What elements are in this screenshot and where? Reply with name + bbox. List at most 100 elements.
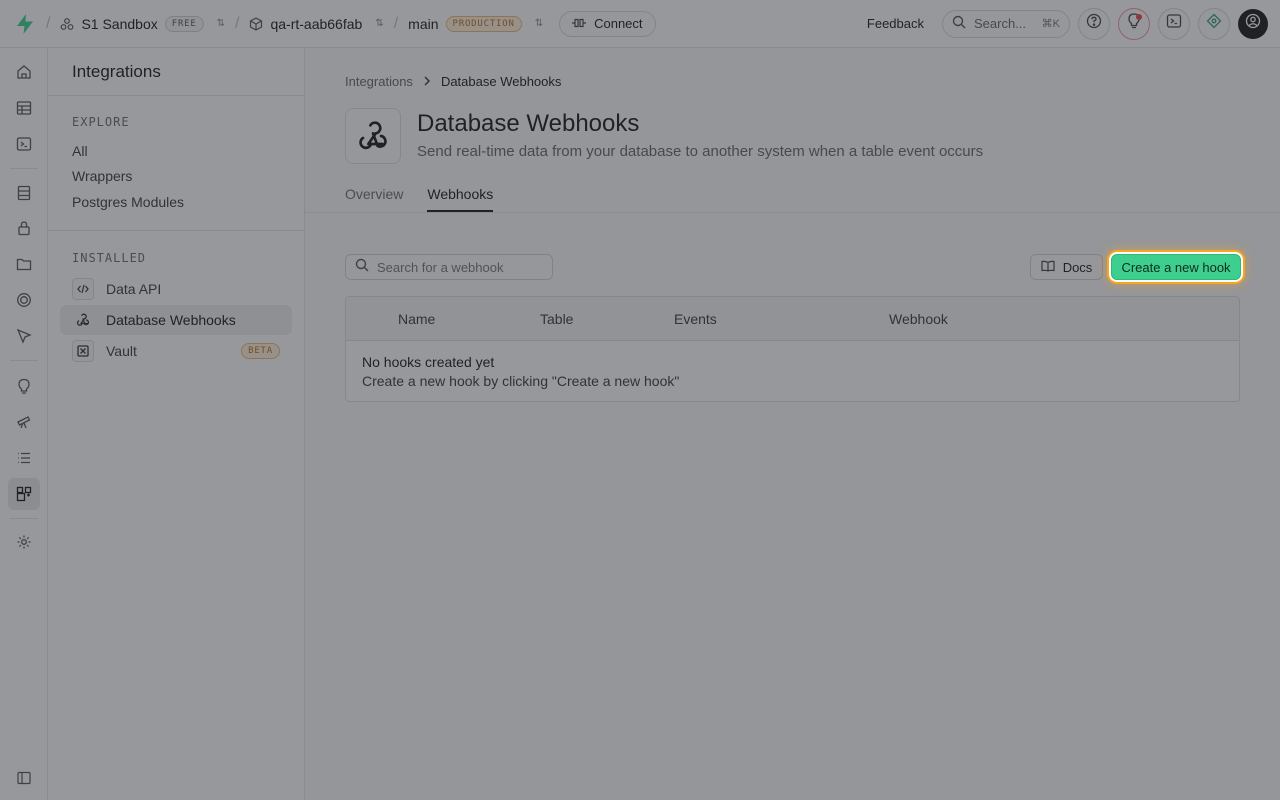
tab-bar: Overview Webhooks: [345, 186, 494, 212]
collapse-sidebar-icon[interactable]: [8, 762, 40, 794]
sidebar-item-database-webhooks[interactable]: Database Webhooks: [60, 305, 292, 335]
plug-icon: [572, 16, 587, 31]
breadcrumb-integrations[interactable]: Integrations: [345, 74, 413, 89]
rail-divider: [10, 518, 38, 519]
empty-state-title: No hooks created yet: [362, 354, 495, 370]
installed-heading: INSTALLED: [72, 251, 147, 265]
terminal-icon: [1166, 13, 1182, 34]
column-name: Name: [398, 311, 436, 327]
page-subtitle: Send real-time data from your database t…: [417, 143, 984, 160]
create-new-hook-button[interactable]: Create a new hook: [1111, 254, 1241, 280]
vault-icon: [72, 340, 94, 362]
chevron-right-icon: [423, 74, 431, 89]
breadcrumb: Integrations Database Webhooks: [345, 74, 561, 89]
help-icon: [1086, 13, 1102, 34]
table-header: Name Table Events Webhook: [346, 297, 1239, 341]
tab-overview[interactable]: Overview: [345, 186, 403, 212]
edge-functions-icon[interactable]: [8, 320, 40, 352]
sidebar-item-vault[interactable]: Vault BETA: [60, 336, 292, 366]
search-shortcut: ⌘K: [1041, 18, 1060, 30]
integrations-sidebar: Integrations EXPLORE All Wrappers Postgr…: [48, 48, 305, 800]
sidebar-item-data-api[interactable]: Data API: [60, 274, 292, 304]
separator: /: [46, 14, 51, 32]
project-selector[interactable]: qa-rt-aab66fab ⇅: [249, 15, 384, 32]
diamond-icon: [1206, 13, 1222, 34]
webhook-search[interactable]: [345, 254, 553, 280]
docs-label: Docs: [1062, 259, 1093, 275]
top-bar: / S1 Sandbox FREE ⇅ / qa-rt-aab66fab ⇅ /…: [0, 0, 1280, 48]
beta-badge: BETA: [241, 343, 280, 359]
page-title: Database Webhooks: [417, 110, 640, 137]
advisors-lightbulb-icon[interactable]: [8, 370, 40, 402]
column-webhook: Webhook: [889, 311, 948, 327]
webhook-search-input[interactable]: [377, 259, 537, 275]
sidebar-link-all[interactable]: All: [72, 143, 88, 159]
empty-state-subtitle: Create a new hook by clicking "Create a …: [362, 373, 680, 389]
tab-webhooks[interactable]: Webhooks: [427, 186, 494, 212]
sidebar-item-label: Data API: [106, 281, 162, 297]
explore-heading: EXPLORE: [72, 115, 130, 129]
tabs-divider: [305, 212, 1280, 213]
home-icon[interactable]: [8, 56, 40, 88]
breadcrumb-current: Database Webhooks: [440, 74, 562, 89]
separator: /: [235, 14, 240, 32]
chevron-updown-icon: ⇅: [534, 17, 544, 29]
connect-label: Connect: [594, 16, 643, 31]
auth-lock-icon[interactable]: [8, 212, 40, 244]
org-plan-badge: FREE: [164, 15, 204, 32]
code-icon: [72, 278, 94, 300]
notification-dot: [1136, 13, 1142, 20]
user-icon: [1245, 13, 1261, 34]
rail-divider: [10, 360, 38, 361]
sidebar-divider: [48, 230, 304, 231]
advisor-button[interactable]: [1118, 7, 1150, 40]
observability-telescope-icon[interactable]: [8, 406, 40, 438]
table-editor-icon[interactable]: [8, 92, 40, 124]
global-search[interactable]: Search... ⌘K: [942, 9, 1070, 38]
chevron-updown-icon: ⇅: [216, 17, 226, 29]
separator: /: [393, 14, 399, 32]
org-selector[interactable]: S1 Sandbox FREE ⇅: [60, 15, 226, 32]
integrations-icon[interactable]: [8, 478, 40, 510]
main-content: Integrations Database Webhooks Database …: [305, 48, 1280, 800]
column-events: Events: [674, 311, 717, 327]
sidebar-item-label: Database Webhooks: [106, 312, 236, 328]
help-button[interactable]: [1078, 7, 1110, 40]
org-name: S1 Sandbox: [81, 15, 158, 32]
sidebar-item-label: Vault: [106, 343, 137, 359]
branch-selector[interactable]: main PRODUCTION ⇅: [408, 15, 544, 32]
assistant-button[interactable]: [1198, 7, 1230, 40]
nav-rail: [0, 48, 48, 800]
terminal-button[interactable]: [1158, 7, 1190, 40]
rail-divider: [10, 168, 38, 169]
search-icon: [355, 258, 369, 277]
user-avatar[interactable]: [1238, 8, 1268, 39]
sidebar-link-postgres-modules[interactable]: Postgres Modules: [72, 194, 184, 210]
docs-button[interactable]: Docs: [1030, 254, 1103, 280]
feedback-button[interactable]: Feedback: [867, 16, 924, 31]
sidebar-title: Integrations: [72, 62, 161, 81]
webhooks-table: Name Table Events Webhook No hooks creat…: [345, 296, 1240, 402]
book-open-icon: [1041, 260, 1055, 275]
webhook-icon: [345, 108, 401, 164]
sql-editor-icon[interactable]: [8, 128, 40, 160]
production-badge: PRODUCTION: [445, 15, 522, 32]
storage-folder-icon[interactable]: [8, 248, 40, 280]
column-table: Table: [540, 311, 574, 327]
realtime-icon[interactable]: [8, 284, 40, 316]
sidebar-divider: [48, 95, 304, 96]
search-icon: [952, 15, 966, 32]
connect-button[interactable]: Connect: [559, 10, 656, 37]
settings-gear-icon[interactable]: [8, 526, 40, 558]
sidebar-link-wrappers[interactable]: Wrappers: [72, 168, 132, 184]
webhook-icon: [72, 309, 94, 331]
global-search-placeholder: Search...: [974, 16, 1027, 31]
supabase-logo-icon[interactable]: [14, 13, 36, 35]
org-icon: [60, 17, 74, 31]
project-name: qa-rt-aab66fab: [270, 15, 363, 32]
chevron-updown-icon: ⇅: [375, 17, 384, 29]
cube-icon: [249, 16, 263, 31]
branch-name: main: [408, 15, 439, 32]
logs-list-icon[interactable]: [8, 442, 40, 474]
database-icon[interactable]: [8, 177, 40, 209]
